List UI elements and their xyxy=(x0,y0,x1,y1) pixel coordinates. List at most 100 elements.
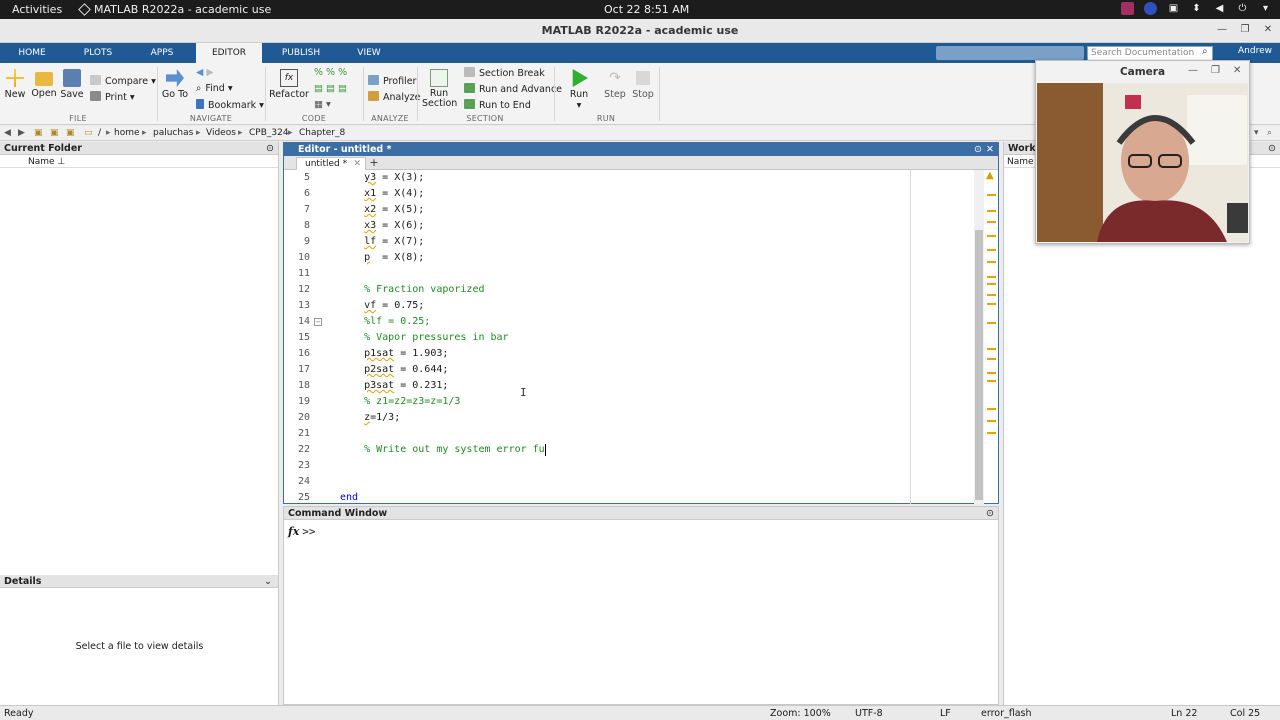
warning-marker[interactable] xyxy=(987,420,996,422)
code-line[interactable]: 11 xyxy=(284,266,974,282)
run-and-advance-button[interactable]: Run and Advance xyxy=(464,83,562,95)
warning-marker[interactable] xyxy=(987,348,996,350)
wrap-comments-button[interactable]: ▤ ▤ ▤ xyxy=(314,83,347,94)
warning-marker[interactable] xyxy=(987,432,996,434)
tab-apps[interactable]: APPS xyxy=(140,43,184,63)
stop-button[interactable]: Stop xyxy=(630,69,656,100)
network-icon[interactable]: ⬍ xyxy=(1190,2,1203,15)
breadcrumb-cpb324[interactable]: CPB_324 xyxy=(249,128,289,138)
up-folder-icon[interactable]: ▣ xyxy=(34,128,43,138)
quick-access-toolbar[interactable] xyxy=(936,46,1084,60)
code-line[interactable]: 5 y3 = X(3); xyxy=(284,170,974,186)
code-line[interactable]: 9 lf = X(7); xyxy=(284,234,974,250)
breadcrumb-paluchas[interactable]: paluchas xyxy=(153,128,193,138)
code-area[interactable]: 5 y3 = X(3); 6 x1 = X(4); 7 x2 = X(5); 8 x3… xyxy=(284,170,998,504)
code-line[interactable]: 21 xyxy=(284,426,974,442)
panel-options-icon[interactable]: ⊙ xyxy=(1268,142,1276,155)
warning-marker[interactable] xyxy=(987,221,996,223)
close-tab-icon[interactable]: ✕ xyxy=(353,158,361,170)
search-icon[interactable]: ⌕ xyxy=(1202,46,1208,57)
code-line[interactable]: 19 % z1=z2=z3=z=1/3 xyxy=(284,394,974,410)
smart-indent-button[interactable]: ▦ ▾ xyxy=(314,99,331,110)
chevron-down-icon[interactable]: ▾ xyxy=(1259,2,1272,15)
user-account-menu[interactable]: Andrew xyxy=(1238,46,1272,56)
volume-icon[interactable]: ◀ xyxy=(1213,2,1226,15)
panel-options-icon[interactable]: ⊙ xyxy=(266,142,274,155)
refactor-button[interactable]: fx Refactor xyxy=(268,69,310,100)
warning-marker[interactable] xyxy=(987,380,996,382)
run-options-chevron-icon[interactable]: ▾ xyxy=(577,100,582,111)
address-dropdown-icon[interactable]: ▾ xyxy=(1254,128,1259,138)
zoom-icon[interactable] xyxy=(1144,2,1157,15)
warning-marker[interactable] xyxy=(987,235,996,237)
code-line[interactable]: 14− %lf = 0.25; xyxy=(284,314,974,330)
code-line[interactable]: 6 x1 = X(4); xyxy=(284,186,974,202)
editor-vertical-scrollbar[interactable] xyxy=(974,170,984,504)
code-line[interactable]: 24 xyxy=(284,474,974,490)
warning-marker[interactable] xyxy=(987,210,996,212)
warning-indicator-icon[interactable]: ▲ xyxy=(986,170,994,181)
section-break-button[interactable]: Section Break xyxy=(464,67,545,79)
fold-toggle-icon[interactable]: − xyxy=(314,318,322,326)
tab-publish[interactable]: PUBLISH xyxy=(272,43,330,63)
warning-marker[interactable] xyxy=(987,322,996,324)
find-button[interactable]: ⌕ Find ▾ xyxy=(196,83,233,94)
run-section-button[interactable]: Run Section xyxy=(420,69,458,109)
save-button[interactable]: Save xyxy=(60,69,84,100)
warning-marker[interactable] xyxy=(987,408,996,410)
browse-folder-icon[interactable]: ▣ xyxy=(66,128,75,138)
maximize-button[interactable]: ❐ xyxy=(1237,22,1253,38)
camera-minimize-button[interactable]: — xyxy=(1188,65,1198,76)
command-window-panel[interactable]: Command Window ⊙ fx >> xyxy=(283,506,999,705)
print-button[interactable]: Print ▾ xyxy=(90,91,135,103)
back-button[interactable]: ◀ ▶ xyxy=(196,67,214,78)
camera-window[interactable]: Camera — ❐ ✕ xyxy=(1035,60,1250,244)
app-menu[interactable]: MATLAB R2022a - academic use xyxy=(78,3,271,16)
code-line[interactable]: 25 end xyxy=(284,490,974,506)
run-button[interactable]: Run ▾ xyxy=(564,69,594,111)
new-button[interactable]: New xyxy=(4,69,26,100)
open-button[interactable]: Open xyxy=(31,69,57,99)
code-line[interactable]: 12 % Fraction vaporized xyxy=(284,282,974,298)
power-icon[interactable]: ⏻ xyxy=(1236,2,1249,15)
code-line[interactable]: 16 p1sat = 1.903; xyxy=(284,346,974,362)
code-line[interactable]: 13 vf = 0.75; xyxy=(284,298,974,314)
breadcrumb-root[interactable]: / xyxy=(98,128,101,138)
clock[interactable]: Oct 22 8:51 AM xyxy=(604,3,689,16)
code-line[interactable]: 15 % Vapor pressures in bar xyxy=(284,330,974,346)
code-line[interactable]: 20 z=1/3; xyxy=(284,410,974,426)
bookmark-button[interactable]: Bookmark ▾ xyxy=(196,99,264,111)
file-list-header[interactable]: Name ⊥ xyxy=(0,156,278,168)
code-line[interactable]: 17 p2sat = 0.644; xyxy=(284,362,974,378)
tray-app-icon[interactable] xyxy=(1121,2,1134,15)
step-button[interactable]: ↷ Step xyxy=(602,69,628,100)
forward-arrow-icon[interactable]: ▶ xyxy=(18,128,25,138)
tab-view[interactable]: VIEW xyxy=(346,43,392,63)
code-line[interactable]: 8 x3 = X(6); xyxy=(284,218,974,234)
warning-marker[interactable] xyxy=(987,249,996,251)
code-line[interactable]: 22 % Write out my system error fu xyxy=(284,442,974,458)
compare-button[interactable]: Compare ▾ xyxy=(90,75,156,87)
analyze-button[interactable]: Analyze xyxy=(368,91,420,103)
profiler-button[interactable]: Profiler xyxy=(368,75,416,87)
search-folder-icon[interactable]: ⌕ xyxy=(1267,128,1272,138)
function-browser-icon[interactable]: fx xyxy=(288,525,299,538)
breadcrumb-chapter8[interactable]: Chapter_8 xyxy=(299,128,345,138)
code-line[interactable]: 7 x2 = X(5); xyxy=(284,202,974,218)
video-icon[interactable]: ▣ xyxy=(1167,2,1180,15)
column-name-header[interactable]: Name xyxy=(1007,157,1034,167)
warning-marker[interactable] xyxy=(987,358,996,360)
go-to-button[interactable]: Go To xyxy=(160,69,190,100)
search-documentation-input[interactable]: Search Documentation xyxy=(1087,46,1213,61)
editor-tab-untitled[interactable]: untitled * ✕ xyxy=(296,157,366,170)
close-button[interactable]: ✕ xyxy=(1260,22,1276,38)
column-name-header[interactable]: Name ⊥ xyxy=(28,157,65,167)
warning-marker[interactable] xyxy=(987,372,996,374)
scrollbar-thumb[interactable] xyxy=(975,230,983,500)
new-tab-button[interactable]: + xyxy=(366,157,382,170)
command-prompt[interactable]: fx >> xyxy=(288,525,316,538)
panel-options-icon[interactable]: ⊙ xyxy=(986,507,994,520)
breadcrumb-home[interactable]: home xyxy=(114,128,140,138)
code-line[interactable]: 18 p3sat = 0.231; xyxy=(284,378,974,394)
warning-marker[interactable] xyxy=(987,303,996,305)
